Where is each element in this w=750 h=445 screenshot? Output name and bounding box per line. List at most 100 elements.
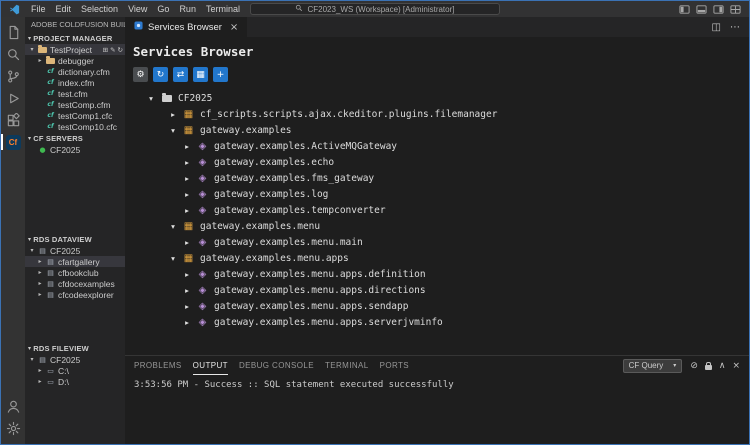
tree-item[interactable]: ▾ CF2025	[132, 90, 749, 106]
chevron-right-icon[interactable]: ▸	[37, 258, 43, 265]
sidebar-item[interactable]: cf testComp1.cfc	[25, 110, 125, 121]
settings-gear-icon[interactable]	[1, 417, 25, 439]
close-panel-icon[interactable]: ×	[732, 361, 740, 371]
chevron-right-icon[interactable]: ▸	[183, 174, 191, 183]
panel-tab[interactable]: PROBLEMS	[134, 356, 182, 375]
customize-layout-icon[interactable]	[730, 4, 741, 15]
section-header[interactable]: ▾ RDS FILEVIEW	[25, 342, 125, 354]
close-tab-icon[interactable]: ×	[230, 22, 238, 33]
tree-item[interactable]: ▾ ▦ gateway.examples	[132, 122, 749, 138]
add-button[interactable]: +	[213, 67, 228, 82]
sidebar-item[interactable]: cf testComp.cfm	[25, 99, 125, 110]
chevron-right-icon[interactable]: ▸	[183, 158, 191, 167]
sidebar-item[interactable]: cf dictionary.cfm	[25, 66, 125, 77]
clear-output-icon[interactable]: ⊘	[690, 361, 698, 371]
sidebar-item[interactable]: ▾ ▤ CF2025	[25, 354, 125, 365]
chevron-right-icon[interactable]: ▸	[183, 286, 191, 295]
explorer-icon[interactable]	[1, 21, 25, 43]
chevron-right-icon[interactable]: ▸	[37, 378, 43, 385]
panel-tab[interactable]: TERMINAL	[325, 356, 369, 375]
chevron-right-icon[interactable]: ▸	[37, 291, 43, 298]
panel-tab[interactable]: PORTS	[380, 356, 409, 375]
panel-tab[interactable]: OUTPUT	[193, 356, 228, 375]
chevron-right-icon[interactable]: ▸	[37, 269, 43, 276]
search-icon[interactable]	[1, 43, 25, 65]
chevron-right-icon[interactable]: ▸	[37, 367, 43, 374]
sidebar-item[interactable]: ▸ ▤ cfcodeexplorer	[25, 289, 125, 300]
coldfusion-builder-icon[interactable]: Cf	[1, 131, 25, 153]
sidebar-item[interactable]: ▸ ▭ D:\	[25, 376, 125, 387]
grid-button[interactable]: ▦	[193, 67, 208, 82]
menu-item[interactable]: Edit	[51, 3, 77, 15]
section-header[interactable]: ▾ CF SERVERS	[25, 132, 125, 144]
menu-item[interactable]: Selection	[76, 3, 123, 15]
tree-item[interactable]: ▸ ◈ gateway.examples.echo	[132, 154, 749, 170]
chevron-right-icon[interactable]: ▸	[169, 110, 177, 119]
tree-item[interactable]: ▾ ▦ gateway.examples.menu	[132, 218, 749, 234]
tree-item[interactable]: ▸ ◈ gateway.examples.menu.apps.direction…	[132, 282, 749, 298]
run-debug-icon[interactable]	[1, 87, 25, 109]
chevron-right-icon[interactable]: ▸	[183, 318, 191, 327]
source-control-icon[interactable]	[1, 65, 25, 87]
tree-item[interactable]: ▸ ◈ gateway.examples.menu.apps.sendapp	[132, 298, 749, 314]
section-header[interactable]: ▾ RDS DATAVIEW	[25, 233, 125, 245]
chevron-right-icon[interactable]: ▸	[183, 142, 191, 151]
tree-item[interactable]: ▾ ▦ gateway.examples.menu.apps	[132, 250, 749, 266]
tree-item[interactable]: ▸ ◈ gateway.examples.ActiveMQGateway	[132, 138, 749, 154]
sidebar-item[interactable]: ▸ ▤ cfdocexamples	[25, 278, 125, 289]
tree-item[interactable]: ▸ ◈ gateway.examples.fms_gateway	[132, 170, 749, 186]
chevron-right-icon[interactable]: ▸	[183, 190, 191, 199]
toggle-panel-icon[interactable]	[696, 4, 707, 15]
menu-item[interactable]: File	[26, 3, 51, 15]
account-icon[interactable]	[1, 395, 25, 417]
toggle-secondary-sidebar-icon[interactable]	[713, 4, 724, 15]
sidebar-item[interactable]: ▸ ▭ C:\	[25, 365, 125, 376]
section-header[interactable]: ▾ PROJECT MANAGER	[25, 32, 125, 44]
chevron-right-icon[interactable]: ▸	[183, 238, 191, 247]
tree-item[interactable]: ▸ ▦ cf_scripts.scripts.ajax.ckeditor.plu…	[132, 106, 749, 122]
tree-item[interactable]: ▸ ◈ gateway.examples.menu.apps.serverjvm…	[132, 314, 749, 330]
chevron-down-icon[interactable]: ▾	[169, 126, 177, 135]
menu-item[interactable]: Terminal	[201, 3, 245, 15]
split-editor-icon[interactable]: ◫	[712, 22, 721, 33]
lock-icon[interactable]	[705, 362, 712, 370]
output-console[interactable]: 3:53:56 PM - Success :: SQL statement ex…	[125, 375, 749, 444]
tree-item[interactable]: ▸ ◈ gateway.examples.menu.main	[132, 234, 749, 250]
command-center[interactable]: CF2023_WS (Workspace) [Administrator]	[250, 3, 500, 15]
sync-button[interactable]: ⇄	[173, 67, 188, 82]
refresh-button[interactable]: ↻	[153, 67, 168, 82]
tree-item[interactable]: ▸ ◈ gateway.examples.menu.apps.definitio…	[132, 266, 749, 282]
sidebar-item[interactable]: ▾ ▤ CF2025	[25, 245, 125, 256]
chevron-down-icon[interactable]: ▾	[169, 222, 177, 231]
extensions-icon[interactable]	[1, 109, 25, 131]
menu-item[interactable]: View	[123, 3, 152, 15]
chevron-down-icon[interactable]: ▾	[29, 247, 35, 254]
settings-button[interactable]: ⚙	[133, 67, 148, 82]
sidebar-item[interactable]: ▾ TestProject ⊞✎↻	[25, 44, 125, 55]
chevron-down-icon[interactable]: ▾	[29, 46, 35, 53]
chevron-down-icon[interactable]: ▾	[169, 254, 177, 263]
add-project-icon[interactable]: ⊞	[103, 46, 108, 54]
chevron-right-icon[interactable]: ▸	[183, 206, 191, 215]
refresh-icon[interactable]: ↻	[118, 46, 123, 54]
toggle-sidebar-icon[interactable]	[679, 4, 690, 15]
sidebar-item[interactable]: cf test.cfm	[25, 88, 125, 99]
chevron-right-icon[interactable]: ▸	[37, 280, 43, 287]
sidebar-item[interactable]: cf index.cfm	[25, 77, 125, 88]
menu-item[interactable]: Go	[152, 3, 174, 15]
sidebar-item[interactable]: cf testComp10.cfc	[25, 121, 125, 132]
maximize-panel-icon[interactable]: ∧	[719, 361, 726, 371]
chevron-down-icon[interactable]: ▾	[147, 94, 155, 103]
menu-item[interactable]: Run	[174, 3, 201, 15]
tab-services-browser[interactable]: Services Browser ×	[125, 17, 247, 37]
chevron-right-icon[interactable]: ▸	[183, 302, 191, 311]
chevron-down-icon[interactable]: ▾	[29, 356, 35, 363]
more-actions-icon[interactable]: ⋯	[730, 22, 740, 33]
sidebar-item[interactable]: ▸ ▤ cfartgallery	[25, 256, 125, 267]
output-channel-select[interactable]: CF Query ▾	[623, 359, 683, 373]
panel-tab[interactable]: DEBUG CONSOLE	[239, 356, 314, 375]
sidebar-item[interactable]: ● CF2025	[25, 144, 125, 155]
sidebar-item[interactable]: ▸ debugger	[25, 55, 125, 66]
chevron-right-icon[interactable]: ▸	[37, 57, 43, 64]
tree-item[interactable]: ▸ ◈ gateway.examples.tempconverter	[132, 202, 749, 218]
